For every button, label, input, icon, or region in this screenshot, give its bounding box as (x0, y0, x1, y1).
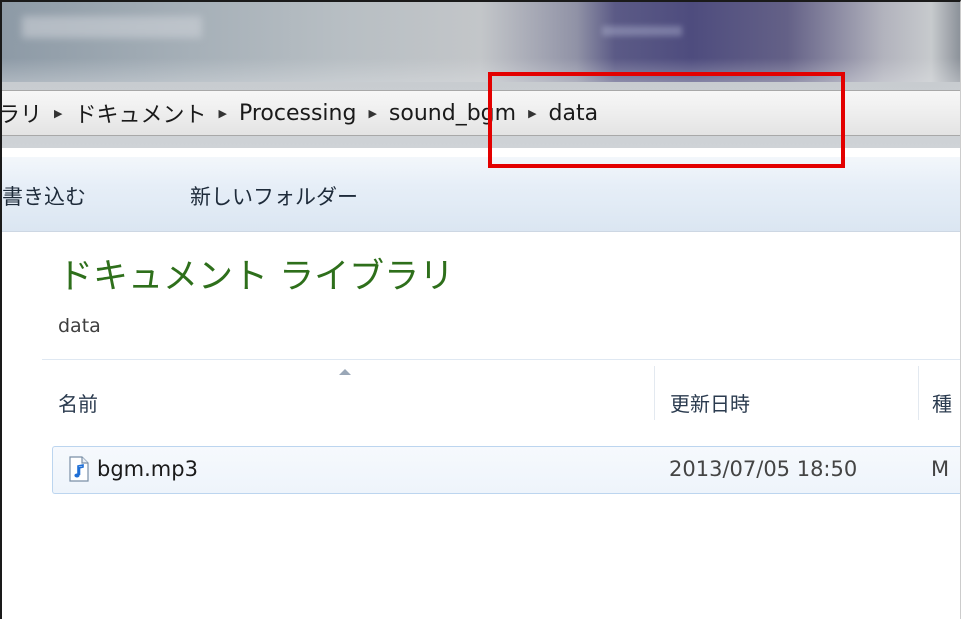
title-bar (2, 2, 960, 82)
chevron-right-icon[interactable]: ▶ (48, 107, 68, 120)
column-divider[interactable] (654, 366, 655, 420)
chevron-right-icon[interactable]: ▶ (362, 107, 382, 120)
explorer-window: ラリ ▶ ドキュメント ▶ Processing ▶ sound_bgm ▶ d… (0, 0, 961, 619)
column-header-type[interactable]: 種 (932, 388, 952, 417)
library-title: ドキュメント ライブラリ (58, 257, 455, 297)
column-divider[interactable] (918, 366, 919, 420)
chevron-right-icon[interactable]: ▶ (213, 107, 233, 120)
annotation-highlight-box (488, 72, 845, 168)
file-name[interactable]: bgm.mp3 (97, 457, 198, 481)
title-bar-blur (22, 16, 202, 38)
burn-button[interactable]: 書き込む (2, 181, 86, 211)
new-folder-button[interactable]: 新しいフォルダー (190, 181, 358, 211)
file-date-modified: 2013/07/05 18:50 (669, 457, 858, 481)
file-row[interactable]: bgm.mp3 2013/07/05 18:50 M (52, 446, 960, 494)
audio-file-icon (69, 456, 89, 482)
breadcrumb-item-documents[interactable]: ドキュメント (68, 97, 212, 129)
sort-ascending-icon (339, 369, 351, 375)
header-divider (42, 359, 960, 360)
breadcrumb-item-library[interactable]: ラリ (2, 97, 48, 129)
breadcrumb-item-processing[interactable]: Processing (233, 101, 362, 126)
file-type: M (931, 457, 950, 481)
column-header-name[interactable]: 名前 (58, 388, 98, 417)
title-bar-blur-2 (602, 26, 682, 36)
column-header-date-modified[interactable]: 更新日時 (670, 388, 750, 417)
library-subtitle: data (58, 315, 101, 337)
